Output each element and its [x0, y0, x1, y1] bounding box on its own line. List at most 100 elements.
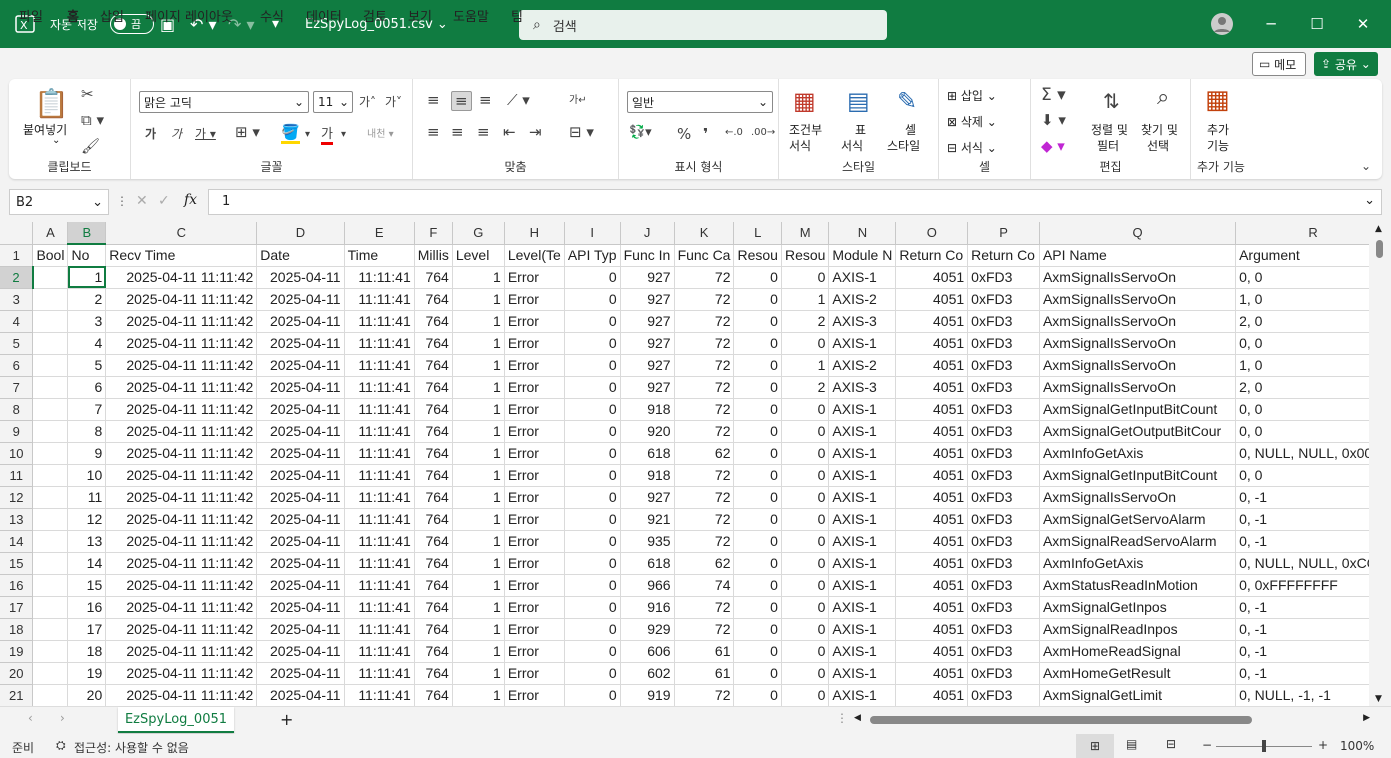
select-all-corner[interactable]: [0, 222, 34, 245]
cell[interactable]: 72: [674, 464, 735, 487]
cell[interactable]: Resou: [781, 244, 830, 267]
cell[interactable]: 916: [620, 596, 675, 619]
cell[interactable]: AxmSignalReadInpos: [1039, 618, 1237, 641]
cell[interactable]: 0: [733, 376, 782, 399]
zoom-level[interactable]: 100%: [1340, 739, 1374, 753]
cell[interactable]: Bool: [32, 244, 69, 267]
cell[interactable]: 764: [414, 596, 453, 619]
cell[interactable]: 2025-04-11 11:11:42: [105, 574, 258, 597]
cell[interactable]: 20: [67, 684, 107, 706]
cell[interactable]: 0: [564, 574, 621, 597]
tab-team[interactable]: 팀: [511, 6, 523, 25]
cell[interactable]: Error: [504, 508, 565, 531]
cell[interactable]: 0: [781, 684, 830, 706]
cell[interactable]: 0xFD3: [967, 530, 1040, 553]
cell[interactable]: 4051: [895, 398, 969, 421]
maximize-icon[interactable]: ☐: [1294, 0, 1340, 48]
column-header[interactable]: B: [67, 222, 107, 245]
row-header[interactable]: 19: [0, 640, 34, 663]
prev-sheet-icon[interactable]: ‹: [28, 711, 33, 725]
row-header[interactable]: 6: [0, 354, 34, 377]
cell[interactable]: 11:11:41: [344, 354, 415, 377]
cell[interactable]: 927: [620, 376, 675, 399]
cell[interactable]: 2025-04-11 11:11:42: [105, 618, 258, 641]
cell[interactable]: 11:11:41: [344, 662, 415, 685]
row-header[interactable]: 21: [0, 684, 34, 706]
cell[interactable]: [32, 464, 69, 487]
border-icon[interactable]: ⊞ ▾: [235, 123, 260, 141]
cell[interactable]: 0xFD3: [967, 442, 1040, 465]
format-cells-button[interactable]: ⊟ 서식 ⌄: [947, 139, 997, 156]
cell[interactable]: 0xFD3: [967, 464, 1040, 487]
cell[interactable]: 920: [620, 420, 675, 443]
cell[interactable]: Date: [256, 244, 345, 267]
cell[interactable]: 0: [733, 332, 782, 355]
cell[interactable]: 0: [564, 442, 621, 465]
cell[interactable]: 2, 0: [1235, 376, 1391, 399]
percent-icon[interactable]: %: [677, 125, 691, 143]
cell[interactable]: 2025-04-11 11:11:42: [105, 596, 258, 619]
column-header[interactable]: F: [414, 222, 453, 245]
cell[interactable]: 2025-04-11 11:11:42: [105, 398, 258, 421]
cell[interactable]: [32, 288, 69, 311]
cell[interactable]: AXIS-1: [828, 574, 897, 597]
cell[interactable]: 0, -1: [1235, 508, 1391, 531]
cell[interactable]: 2025-04-11 11:11:42: [105, 420, 258, 443]
cell[interactable]: 4051: [895, 288, 969, 311]
cell[interactable]: 0: [564, 310, 621, 333]
add-sheet-button[interactable]: +: [280, 710, 293, 729]
cell[interactable]: AxmSignalIsServoOn: [1039, 332, 1237, 355]
cell[interactable]: 2, 0: [1235, 310, 1391, 333]
cell[interactable]: 11:11:41: [344, 596, 415, 619]
column-header[interactable]: C: [105, 222, 258, 245]
cell[interactable]: 1: [452, 332, 505, 355]
cell[interactable]: 2025-04-11: [256, 618, 345, 641]
clear-icon[interactable]: ◆ ▾: [1041, 137, 1065, 155]
cell[interactable]: Error: [504, 574, 565, 597]
cell[interactable]: 0xFD3: [967, 310, 1040, 333]
cell[interactable]: 2025-04-11: [256, 662, 345, 685]
cell[interactable]: AXIS-1: [828, 486, 897, 509]
row-header[interactable]: 10: [0, 442, 34, 465]
zoom-in-icon[interactable]: +: [1318, 738, 1328, 752]
column-header[interactable]: H: [504, 222, 565, 245]
cell[interactable]: 1: [452, 354, 505, 377]
cell[interactable]: 0: [733, 420, 782, 443]
cell[interactable]: [32, 552, 69, 575]
copy-icon[interactable]: ⧉ ▾: [81, 111, 104, 129]
cell[interactable]: Error: [504, 266, 565, 289]
cell[interactable]: 764: [414, 662, 453, 685]
decrease-decimal-icon[interactable]: .00→: [751, 127, 775, 138]
cell[interactable]: Error: [504, 442, 565, 465]
horizontal-scroll-thumb[interactable]: [870, 716, 1252, 724]
cell[interactable]: 4051: [895, 662, 969, 685]
tab-data[interactable]: 데이터: [306, 6, 342, 25]
cell[interactable]: 0: [781, 618, 830, 641]
cell[interactable]: 1: [452, 486, 505, 509]
fill-icon[interactable]: ⬇ ▾: [1041, 111, 1066, 129]
cell[interactable]: 0: [564, 266, 621, 289]
cell[interactable]: 9: [67, 442, 107, 465]
cell[interactable]: 0: [733, 640, 782, 663]
cell[interactable]: 4051: [895, 464, 969, 487]
autosum-icon[interactable]: Σ ▾: [1041, 85, 1066, 105]
cancel-icon[interactable]: ✕: [136, 193, 148, 209]
cell[interactable]: 0: [733, 398, 782, 421]
cell[interactable]: 764: [414, 442, 453, 465]
memo-button[interactable]: ▭ 메모: [1252, 52, 1306, 76]
cell[interactable]: 0: [564, 662, 621, 685]
cell[interactable]: AxmSignalIsServoOn: [1039, 376, 1237, 399]
spreadsheet-grid[interactable]: ABCDEFGHIJKLMNOPQR 1 Bool No Recv Time Date T…: [0, 222, 1391, 706]
cell[interactable]: 921: [620, 508, 675, 531]
cell[interactable]: 0: [564, 596, 621, 619]
cell[interactable]: 0: [564, 354, 621, 377]
align-bottom-icon[interactable]: ≡: [479, 91, 492, 109]
tab-help[interactable]: 도움말: [453, 6, 489, 25]
align-top-icon[interactable]: ≡: [427, 91, 440, 109]
cell[interactable]: 0: [781, 398, 830, 421]
cell[interactable]: 62: [674, 552, 735, 575]
cell[interactable]: 4051: [895, 596, 969, 619]
cell[interactable]: 0: [733, 662, 782, 685]
cell[interactable]: 2025-04-11 11:11:42: [105, 552, 258, 575]
tab-split-icon[interactable]: ⋮: [836, 711, 848, 725]
